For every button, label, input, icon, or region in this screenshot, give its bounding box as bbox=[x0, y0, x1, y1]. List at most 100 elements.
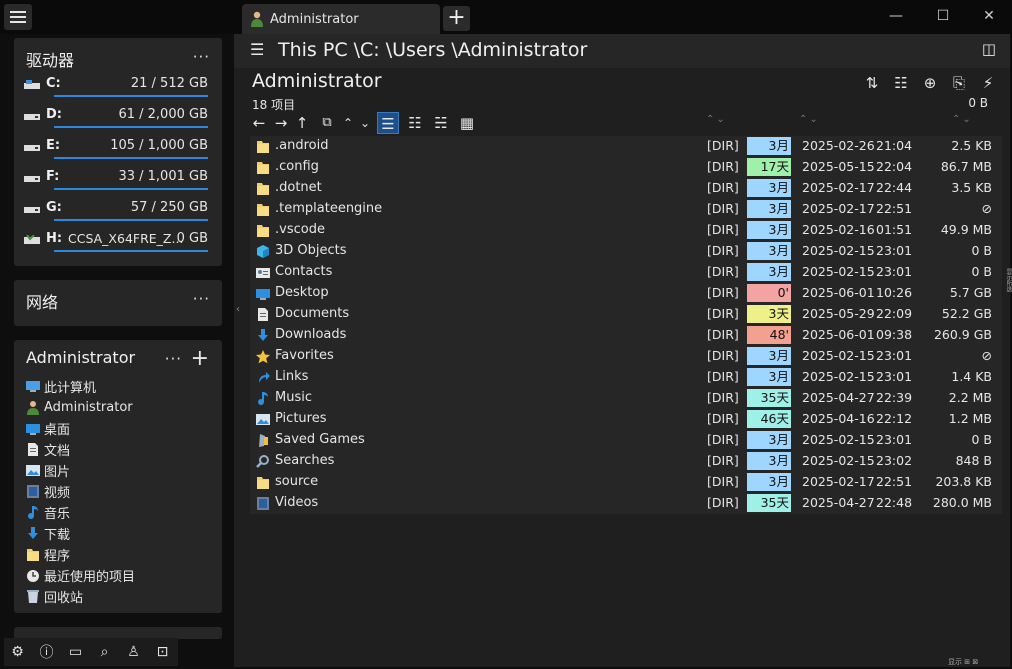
sidebar-item-label: 图片 bbox=[44, 464, 71, 480]
network-icon[interactable]: ♙ bbox=[120, 638, 147, 666]
drive-item[interactable]: G: 57 / 250 GB bbox=[24, 200, 216, 226]
game-icon bbox=[256, 433, 270, 448]
close-button[interactable]: ✕ bbox=[966, 5, 1012, 29]
path-text[interactable]: This PC \C: \Users \Administrator bbox=[278, 39, 587, 61]
network-more-button[interactable]: ··· bbox=[193, 290, 210, 308]
drive-letter: D: bbox=[46, 107, 62, 122]
drive-letter: G: bbox=[46, 200, 62, 215]
forward-arrow-icon[interactable]: → bbox=[270, 112, 292, 134]
sort-date-arrows[interactable]: ⌃⌄ bbox=[799, 114, 820, 125]
tree-view-icon[interactable]: ☵ bbox=[430, 112, 452, 134]
file-row[interactable]: Links [DIR] 3月 2025-02-15 23:01 1.4 KB bbox=[250, 367, 1002, 388]
address-bar[interactable]: ☰ This PC \C: \Users \Administrator ◫ bbox=[234, 34, 1010, 68]
hamburger-menu-button[interactable] bbox=[4, 4, 32, 30]
file-row[interactable]: Documents [DIR] 3天 2025-05-29 22:09 52.2 GB bbox=[250, 304, 1002, 325]
file-row[interactable]: .config [DIR] 17天 2025-05-15 22:04 86.7 MB bbox=[250, 157, 1002, 178]
drive-item[interactable]: C: 21 / 512 GB bbox=[24, 76, 216, 102]
drive-item[interactable]: H: CCSA_X64FRE_Z... 0 GB bbox=[24, 231, 216, 257]
clipboard-icon[interactable]: ⎘ bbox=[948, 72, 970, 94]
navigate-icon[interactable]: ⊕ bbox=[919, 72, 941, 94]
info-icon[interactable]: ⓘ bbox=[33, 638, 60, 666]
sidebar-item[interactable]: Administrator bbox=[26, 397, 133, 417]
up-arrow-icon[interactable]: ↑ bbox=[291, 112, 313, 134]
file-date: 2025-02-15 bbox=[802, 348, 875, 363]
sort-icon[interactable]: ⇅ bbox=[861, 72, 883, 94]
file-type: [DIR] bbox=[707, 327, 739, 342]
drive-usage-bar bbox=[54, 219, 208, 221]
sidebar-item[interactable]: 程序 bbox=[26, 544, 70, 564]
grid-view-icon[interactable]: ▦ bbox=[456, 112, 478, 134]
file-size: 2.2 MB bbox=[948, 390, 992, 405]
file-row[interactable]: Desktop [DIR] 0' 2025-06-01 10:26 5.7 GB bbox=[250, 283, 1002, 304]
sort-size-arrows[interactable]: ⌃⌄ bbox=[952, 114, 973, 125]
details-view-icon[interactable]: ☰ bbox=[377, 112, 399, 134]
file-row[interactable]: Favorites [DIR] 3月 2025-02-15 23:01 ⊘ bbox=[250, 346, 1002, 367]
sidebar-item[interactable]: 最近使用的项目 bbox=[26, 565, 135, 585]
add-location-button[interactable]: + bbox=[191, 346, 210, 371]
user-more-button[interactable]: ··· bbox=[165, 350, 182, 368]
file-row[interactable]: Contacts [DIR] 3月 2025-02-15 23:01 0 B bbox=[250, 262, 1002, 283]
video-icon bbox=[26, 484, 40, 498]
file-size: 52.2 GB bbox=[941, 306, 992, 321]
back-arrow-icon[interactable]: ← bbox=[248, 112, 270, 134]
chevron-down-icon[interactable]: ⌄ bbox=[354, 112, 376, 134]
file-time: 23:01 bbox=[876, 369, 913, 384]
sidebar-item[interactable]: 视频 bbox=[26, 481, 70, 501]
file-name: Pictures bbox=[275, 411, 327, 426]
file-size: 1.4 KB bbox=[951, 369, 992, 384]
file-row[interactable]: Music [DIR] 35天 2025-04-27 22:39 2.2 MB bbox=[250, 388, 1002, 409]
split-view-icon[interactable]: ◫ bbox=[982, 40, 996, 58]
drive-item[interactable]: E: 105 / 1,000 GB bbox=[24, 138, 216, 164]
sidebar-item-label: 下载 bbox=[44, 527, 71, 543]
file-row[interactable]: source [DIR] 3月 2025-02-17 22:51 203.8 KB bbox=[250, 472, 1002, 493]
file-date: 2025-02-15 bbox=[802, 243, 875, 258]
tab-administrator[interactable]: Administrator bbox=[242, 4, 440, 34]
drives-more-button[interactable]: ··· bbox=[193, 48, 210, 66]
user-panel: Administrator ··· + 此计算机 Administrator 桌面文… bbox=[14, 340, 222, 613]
file-age-badge: 3月 bbox=[747, 263, 791, 281]
drive-usage-fill bbox=[54, 95, 208, 97]
sidebar-item[interactable]: 文档 bbox=[26, 439, 70, 459]
drive-item[interactable]: F: 33 / 1,001 GB bbox=[24, 169, 216, 195]
sidebar-item[interactable]: 回收站 bbox=[26, 586, 83, 606]
file-row[interactable]: .templateengine [DIR] 3月 2025-02-17 22:51 ⊘ bbox=[250, 199, 1002, 220]
file-row[interactable]: Videos [DIR] 35天 2025-04-27 22:48 280.0 MB bbox=[250, 493, 1002, 514]
preview-pane-icon[interactable]: ▭ bbox=[62, 638, 89, 666]
file-size: 0 B bbox=[971, 243, 992, 258]
drive-usage-bar bbox=[54, 188, 208, 190]
file-row[interactable]: 3D Objects [DIR] 3月 2025-02-15 23:01 0 B bbox=[250, 241, 1002, 262]
settings-icon[interactable]: ⚙ bbox=[4, 638, 31, 666]
collapse-sidebar-icon[interactable]: ‹ bbox=[236, 304, 240, 315]
file-name: Videos bbox=[275, 495, 319, 510]
new-tab-button[interactable]: + bbox=[443, 6, 470, 31]
sidebar-item[interactable]: 桌面 bbox=[26, 418, 70, 438]
file-row[interactable]: .dotnet [DIR] 3月 2025-02-17 22:44 3.5 KB bbox=[250, 178, 1002, 199]
file-row[interactable]: Pictures [DIR] 46天 2025-04-16 22:12 1.2 MB bbox=[250, 409, 1002, 430]
file-name: Saved Games bbox=[275, 432, 365, 447]
sidebar-item[interactable]: 音乐 bbox=[26, 502, 70, 522]
new-folder-icon[interactable]: ⧉ bbox=[316, 112, 338, 134]
search-icon[interactable]: ⌕ bbox=[91, 638, 118, 666]
file-row[interactable]: Downloads [DIR] 48' 2025-06-01 09:38 260.9 GB bbox=[250, 325, 1002, 346]
file-size: 280.0 MB bbox=[932, 495, 992, 510]
sidebar-item[interactable]: 下载 bbox=[26, 523, 70, 543]
minimize-button[interactable]: — bbox=[873, 5, 919, 29]
file-row[interactable]: Searches [DIR] 3月 2025-02-15 23:02 848 B bbox=[250, 451, 1002, 472]
sort-type-arrows[interactable]: ⌃⌄ bbox=[706, 114, 727, 125]
view-list-icon[interactable]: ☷ bbox=[890, 72, 912, 94]
file-row[interactable]: .vscode [DIR] 3月 2025-02-16 01:51 49.9 MB bbox=[250, 220, 1002, 241]
file-row[interactable]: Saved Games [DIR] 3月 2025-02-15 23:01 0 B bbox=[250, 430, 1002, 451]
file-date: 2025-02-17 bbox=[802, 180, 875, 195]
flash-icon[interactable]: ⚡ bbox=[977, 72, 999, 94]
list-menu-icon[interactable]: ☰ bbox=[250, 40, 264, 59]
sidebar-item[interactable]: 此计算机 bbox=[26, 376, 96, 396]
list-view-icon[interactable]: ☷ bbox=[404, 112, 426, 134]
computer-icon bbox=[26, 379, 40, 393]
network-panel: 网络 ··· bbox=[14, 280, 222, 326]
maximize-button[interactable]: ☐ bbox=[920, 5, 966, 29]
drive-item[interactable]: D: 61 / 2,000 GB bbox=[24, 107, 216, 133]
folder-title: Administrator bbox=[252, 70, 382, 92]
file-row[interactable]: .android [DIR] 3月 2025-02-26 21:04 2.5 KB bbox=[250, 136, 1002, 157]
remote-icon[interactable]: ⊡ bbox=[149, 638, 176, 666]
sidebar-item[interactable]: 图片 bbox=[26, 460, 70, 480]
